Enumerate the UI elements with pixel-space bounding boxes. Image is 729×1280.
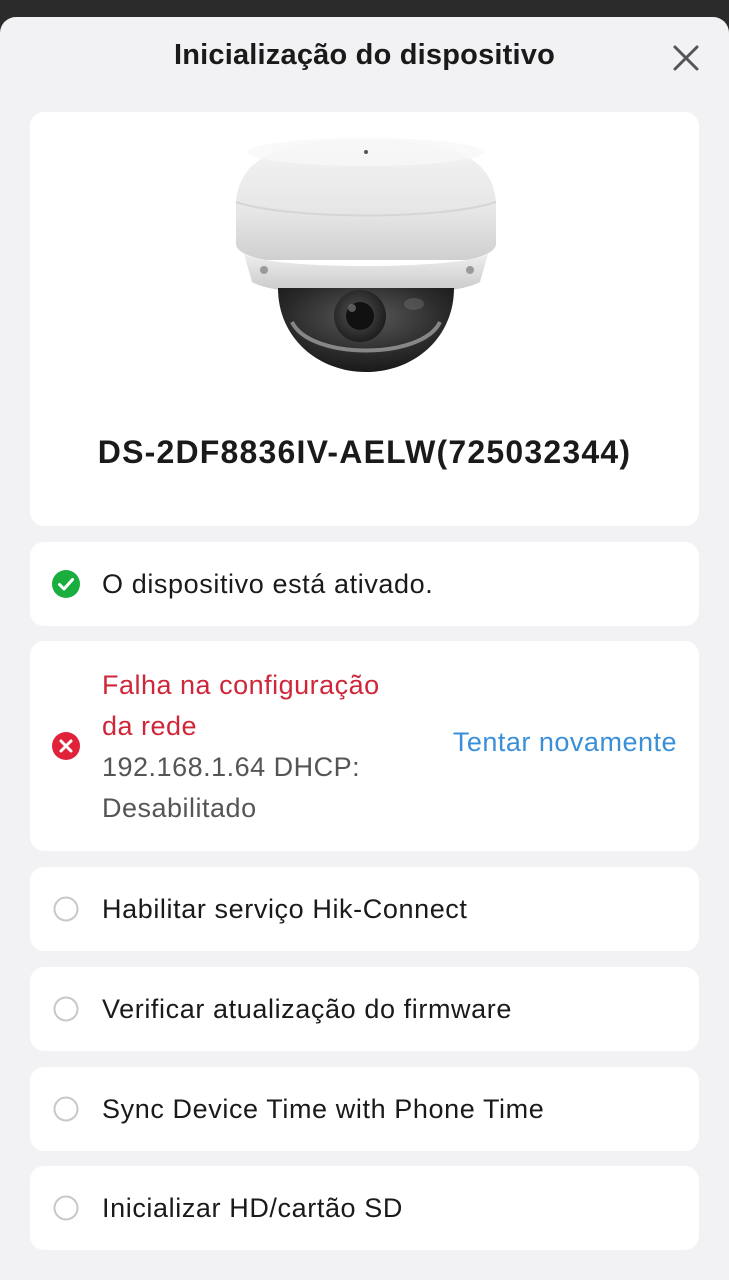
check-circle-icon: [52, 570, 80, 598]
step-sync-time: Sync Device Time with Phone Time: [30, 1067, 699, 1151]
close-button[interactable]: [669, 41, 703, 75]
close-icon: [673, 45, 699, 71]
empty-circle-icon: [53, 996, 79, 1022]
step-network-config: Falha na configuração da rede 192.168.1.…: [30, 641, 699, 851]
empty-circle-icon: [53, 1096, 79, 1122]
step-label: Inicializar HD/cartão SD: [102, 1193, 403, 1223]
dialog-header: Inicialização do dispositivo: [0, 17, 729, 101]
step-firmware-check: Verificar atualização do firmware: [30, 967, 699, 1051]
step-label: Habilitar serviço Hik-Connect: [102, 894, 468, 924]
step-label: O dispositivo está ativado.: [102, 569, 434, 599]
empty-circle-icon: [53, 1195, 79, 1221]
dome-camera-image: [235, 138, 497, 372]
step-label: Verificar atualização do firmware: [102, 994, 512, 1024]
step-init-storage: Inicializar HD/cartão SD: [30, 1166, 699, 1250]
empty-circle-icon: [53, 896, 79, 922]
step-device-activated: O dispositivo está ativado.: [30, 542, 699, 626]
step-error-label: Falha na configuração da rede: [102, 670, 380, 741]
step-error-detail: 192.168.1.64 DHCP: Desabilitado: [102, 752, 361, 823]
error-circle-icon: [52, 732, 80, 760]
step-hik-connect: Habilitar serviço Hik-Connect: [30, 867, 699, 951]
device-init-dialog: Inicialização do dispositivo DS-2DF8836I…: [0, 17, 729, 1280]
retry-button[interactable]: Tentar novamente: [453, 727, 677, 758]
device-model-label: DS-2DF8836IV-AELW(725032344): [97, 434, 632, 470]
dialog-title: Inicialização do dispositivo: [173, 39, 556, 71]
device-card: DS-2DF8836IV-AELW(725032344): [30, 112, 699, 526]
step-label: Sync Device Time with Phone Time: [102, 1094, 545, 1124]
